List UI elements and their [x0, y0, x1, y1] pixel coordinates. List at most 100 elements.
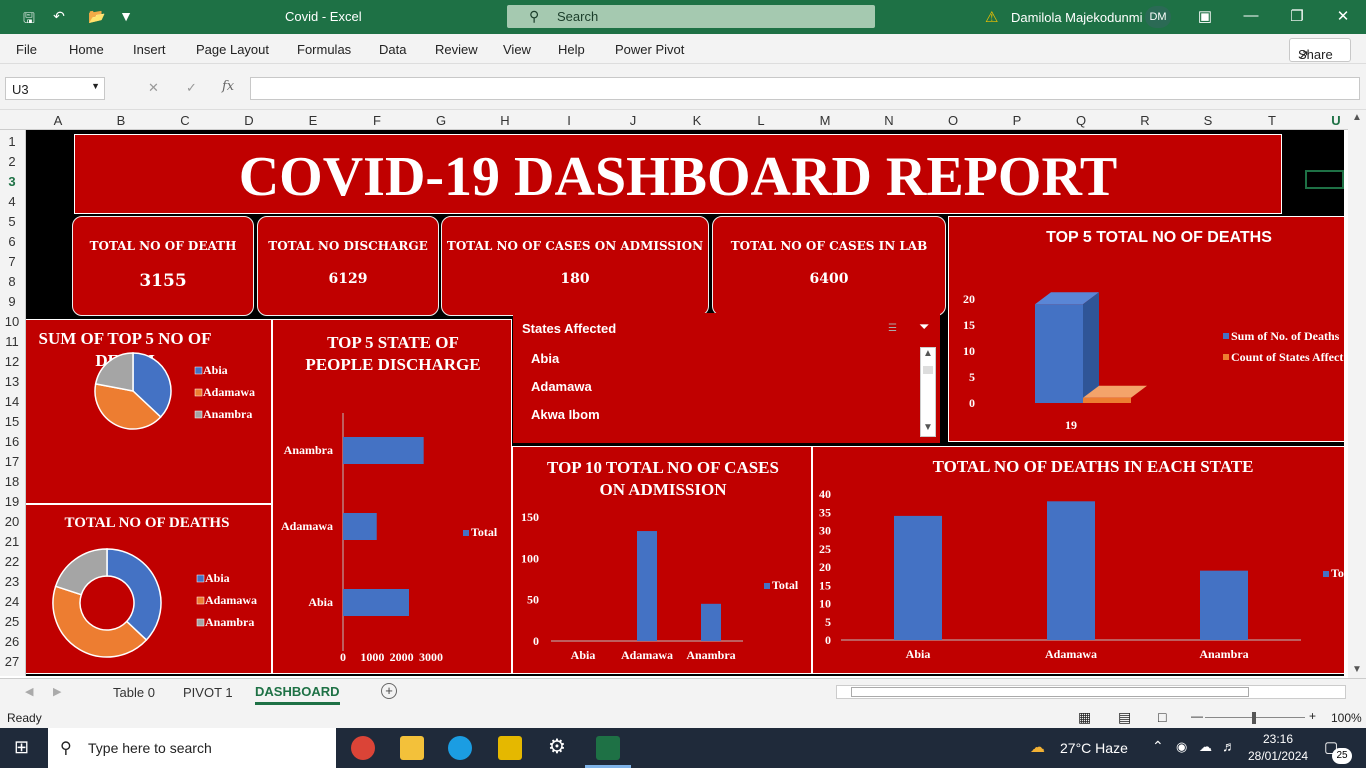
chevron-down-icon[interactable]: ▼: [91, 81, 100, 91]
tab-help[interactable]: Help: [558, 42, 585, 57]
share-button[interactable]: ↗ Share: [1289, 38, 1351, 62]
row-header[interactable]: 3: [0, 174, 24, 189]
scroll-up-icon[interactable]: ▲: [1352, 112, 1362, 123]
row-header[interactable]: 26: [0, 634, 24, 649]
clear-filter-icon[interactable]: ⏷: [919, 319, 929, 335]
row-header[interactable]: 5: [0, 214, 24, 229]
column-header[interactable]: T: [1262, 113, 1282, 128]
restore-icon[interactable]: ❐: [1287, 7, 1307, 25]
dashboard-sheet[interactable]: COVID-19 DASHBOARD REPORT TOTAL NO OF DE…: [26, 130, 1344, 676]
horizontal-scroll-thumb[interactable]: [851, 687, 1249, 697]
row-header[interactable]: 11: [0, 334, 24, 349]
avatar[interactable]: DM: [1145, 6, 1171, 28]
column-header[interactable]: M: [815, 113, 835, 128]
column-header[interactable]: A: [48, 113, 68, 128]
row-header[interactable]: 10: [0, 314, 24, 329]
row-header[interactable]: 17: [0, 454, 24, 469]
row-header[interactable]: 18: [0, 474, 24, 489]
column-header[interactable]: C: [175, 113, 195, 128]
clock-time[interactable]: 23:16: [1263, 732, 1293, 746]
column-header[interactable]: G: [431, 113, 451, 128]
name-box[interactable]: U3 ▼: [5, 77, 105, 100]
formula-input[interactable]: [250, 77, 1360, 100]
edge-icon[interactable]: [448, 736, 472, 760]
prev-sheet-icon[interactable]: ◀: [25, 685, 33, 698]
zoom-in-icon[interactable]: +: [1309, 709, 1316, 723]
page-layout-icon[interactable]: ▤: [1118, 709, 1131, 726]
chrome-icon[interactable]: [351, 736, 375, 760]
vertical-scrollbar[interactable]: ▲ ▼: [1348, 112, 1366, 678]
row-header[interactable]: 14: [0, 394, 24, 409]
row-header[interactable]: 16: [0, 434, 24, 449]
tab-data[interactable]: Data: [379, 42, 406, 57]
tab-page-layout[interactable]: Page Layout: [196, 42, 269, 57]
row-header[interactable]: 2: [0, 154, 24, 169]
chart-sum-top5-death[interactable]: SUM OF TOP 5 NO OF DEATH AbiaAdamawaAnam…: [26, 319, 272, 504]
camera-icon[interactable]: ◉: [1176, 739, 1187, 755]
slicer-scrollbar[interactable]: ▲ ▼: [920, 347, 936, 437]
column-header[interactable]: P: [1007, 113, 1027, 128]
tab-power-pivot[interactable]: Power Pivot: [615, 42, 684, 57]
excel-icon[interactable]: [596, 736, 620, 760]
row-header[interactable]: 8: [0, 274, 24, 289]
volume-icon[interactable]: ♬: [1222, 738, 1236, 754]
weather-text[interactable]: 27°C Haze: [1060, 740, 1128, 756]
user-name[interactable]: Damilola Majekodunmi: [1011, 10, 1143, 25]
power-bi-icon[interactable]: [498, 736, 522, 760]
row-header[interactable]: 7: [0, 254, 24, 269]
close-icon[interactable]: ✕: [1333, 7, 1353, 25]
column-header[interactable]: B: [111, 113, 131, 128]
tab-insert[interactable]: Insert: [133, 42, 166, 57]
slicer-item[interactable]: Akwa Ibom: [531, 407, 600, 422]
clock-date[interactable]: 28/01/2024: [1248, 749, 1308, 763]
row-header[interactable]: 22: [0, 554, 24, 569]
chart-total-deaths-donut[interactable]: TOTAL NO OF DEATHS Abia Adamawa Anambra: [26, 504, 272, 674]
sheet-tab[interactable]: Table 0: [113, 685, 155, 700]
settings-icon[interactable]: ⚙: [548, 734, 566, 759]
network-icon[interactable]: ☁: [1199, 739, 1212, 755]
slicer-item[interactable]: Abia: [531, 351, 559, 366]
taskbar-search[interactable]: ⚲ Type here to search: [48, 728, 336, 768]
notification-badge[interactable]: 25: [1332, 748, 1352, 764]
row-header[interactable]: 1: [0, 134, 24, 149]
row-header[interactable]: 25: [0, 614, 24, 629]
chart-top5-discharge[interactable]: TOP 5 STATE OF PEOPLE DISCHARGE Anambra A…: [272, 319, 512, 674]
tray-chevron-icon[interactable]: ⌃: [1152, 738, 1164, 755]
scroll-down-icon[interactable]: ▼: [1352, 664, 1362, 675]
slicer-scroll-thumb[interactable]: [923, 366, 933, 374]
column-header[interactable]: F: [367, 113, 387, 128]
column-header[interactable]: J: [623, 113, 643, 128]
column-header[interactable]: Q: [1071, 113, 1091, 128]
warning-icon[interactable]: ⚠: [985, 8, 998, 26]
column-header[interactable]: I: [559, 113, 579, 128]
column-header[interactable]: L: [751, 113, 771, 128]
add-sheet-icon[interactable]: +: [381, 683, 397, 699]
chart-deaths-each-state[interactable]: TOTAL NO OF DEATHS IN EACH STATE 0 5 10 15 2…: [812, 446, 1344, 674]
tab-file[interactable]: File: [16, 42, 37, 57]
row-header[interactable]: 23: [0, 574, 24, 589]
row-header[interactable]: 12: [0, 354, 24, 369]
row-header[interactable]: 4: [0, 194, 24, 209]
slicer-item[interactable]: Adamawa: [531, 379, 592, 394]
zoom-level[interactable]: 100%: [1331, 711, 1362, 725]
scroll-up-icon[interactable]: ▲: [923, 348, 933, 359]
page-break-icon[interactable]: □: [1158, 709, 1166, 725]
row-header[interactable]: 6: [0, 234, 24, 249]
save-icon[interactable]: 🖫: [20, 8, 38, 26]
customize-icon[interactable]: ▼: [117, 8, 135, 26]
zoom-out-icon[interactable]: —: [1191, 709, 1203, 723]
open-icon[interactable]: 📂: [88, 8, 106, 26]
row-header[interactable]: 21: [0, 534, 24, 549]
insert-function-icon[interactable]: fx: [222, 79, 234, 94]
slicer-states-affected[interactable]: States Affected ☰ ⏷ Abia Adamawa Akwa Ib…: [513, 313, 940, 443]
row-header[interactable]: 27: [0, 654, 24, 669]
normal-view-icon[interactable]: ▦: [1078, 709, 1091, 726]
chart-top10-admission[interactable]: TOP 10 TOTAL NO OF CASES ON ADMISSION 05…: [512, 446, 812, 674]
undo-icon[interactable]: ↶: [50, 8, 68, 26]
ribbon-display-icon[interactable]: ▣: [1195, 7, 1215, 25]
search-box[interactable]: ⚲ Search: [507, 5, 875, 28]
sheet-tab[interactable]: PIVOT 1: [183, 685, 233, 700]
scroll-down-icon[interactable]: ▼: [923, 422, 933, 433]
row-header[interactable]: 19: [0, 494, 24, 509]
column-header[interactable]: S: [1198, 113, 1218, 128]
